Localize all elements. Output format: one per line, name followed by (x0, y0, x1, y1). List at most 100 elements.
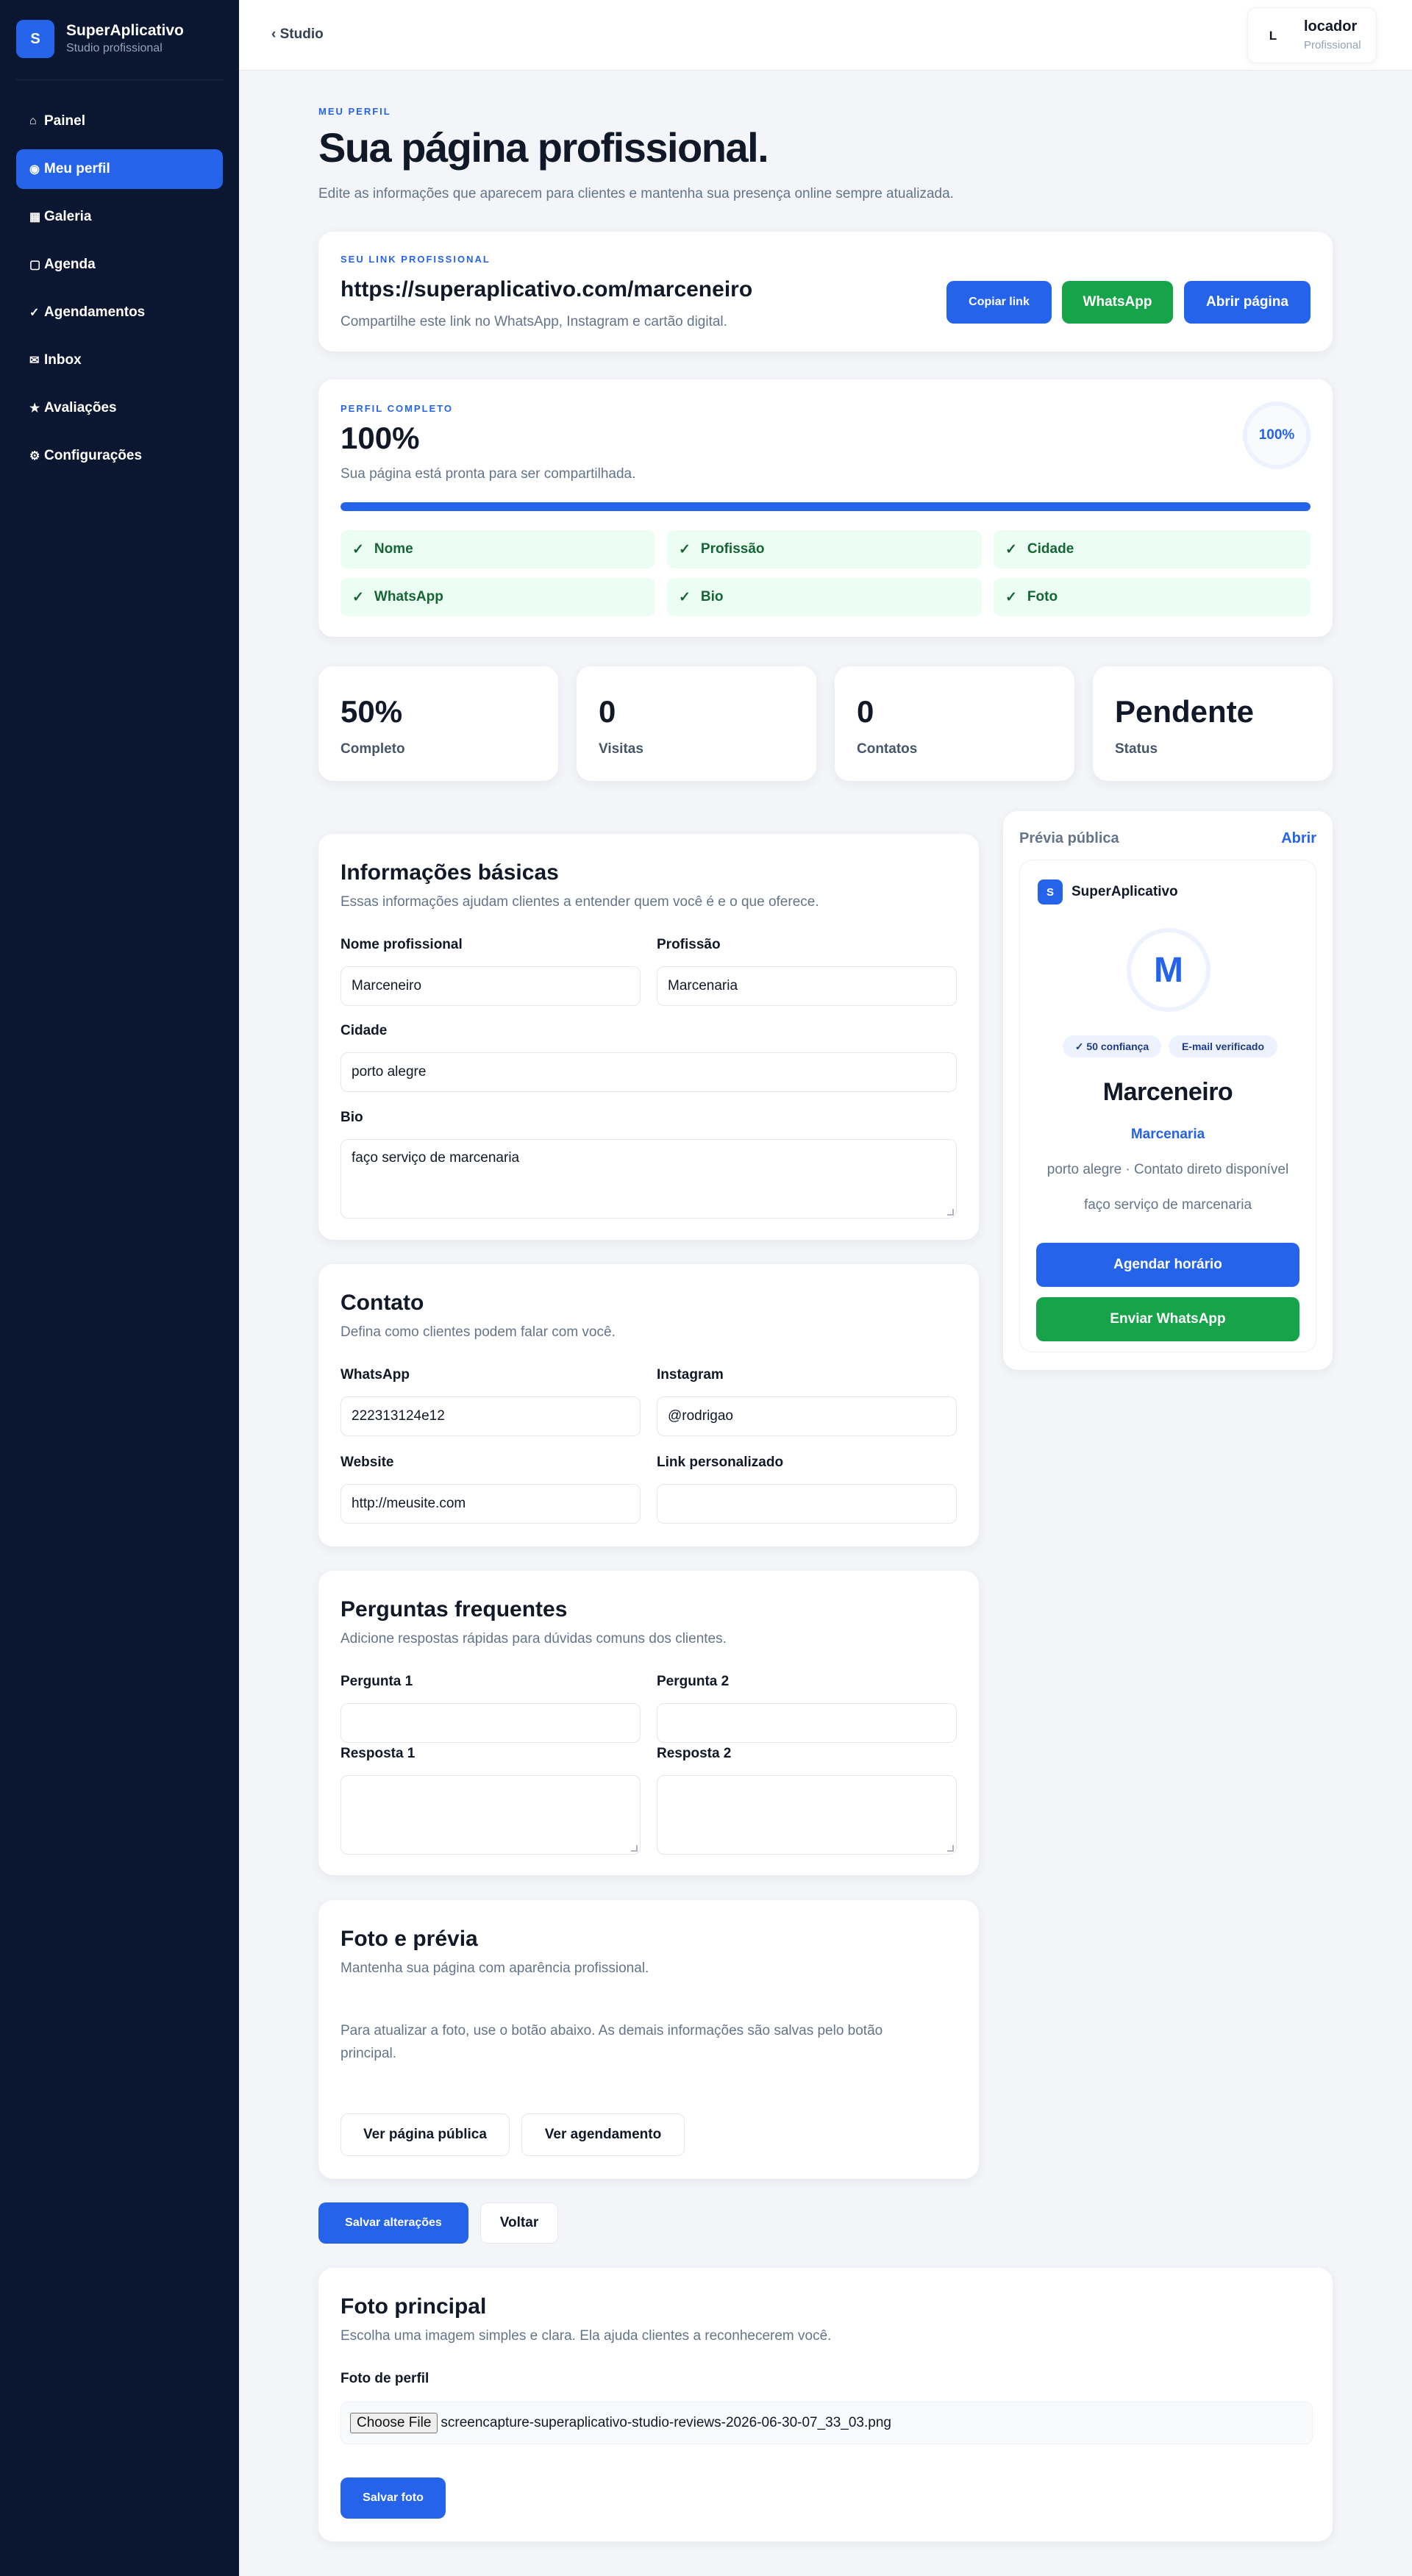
check-icon: ✓ (679, 589, 691, 605)
user-name: locador (1304, 18, 1358, 35)
back-button[interactable]: Voltar (480, 2202, 558, 2244)
check-icon: ✓ (679, 541, 691, 557)
choose-file-button[interactable]: Choose File (350, 2413, 438, 2433)
calendar-icon: ▢ (29, 259, 41, 271)
completeness-ring: 100% (1243, 402, 1311, 469)
send-whatsapp-button[interactable]: Enviar WhatsApp (1036, 1297, 1299, 1341)
view-public-page-button[interactable]: Ver página pública (340, 2113, 510, 2156)
section-subtitle: Escolha uma imagem simples e clara. Ela … (340, 2328, 832, 2344)
whatsapp-label: WhatsApp (340, 1367, 410, 1382)
section-title: Foto principal (340, 2294, 487, 2319)
section-subtitle: Defina como clientes podem falar com voc… (340, 1324, 616, 1340)
name-label: Nome profissional (340, 937, 463, 952)
photo-preview-card: Foto e prévia Mantenha sua página com ap… (318, 1900, 979, 2179)
page-subtitle: Edite as informações que aparecem para c… (318, 186, 954, 201)
main-photo-card: Foto principal Escolha uma imagem simple… (318, 2268, 1333, 2541)
stat-value: 50% (340, 694, 403, 729)
stat-card-status: Pendente Status (1093, 666, 1333, 781)
sidebar-item-agendamentos[interactable]: ✓ Agendamentos (16, 293, 223, 332)
question-1-label: Pergunta 1 (340, 1674, 413, 1689)
question-1-input[interactable] (340, 1703, 641, 1743)
sidebar-item-painel[interactable]: ⌂ Painel (16, 101, 223, 141)
photo-note: Para atualizar a foto, use o botão abaix… (340, 2023, 883, 2061)
profile-photo-label: Foto de perfil (340, 2371, 429, 2386)
website-label: Website (340, 1455, 394, 1470)
profile-icon: ◉ (29, 163, 40, 176)
profession-input[interactable]: Marcenaria (657, 966, 957, 1006)
save-changes-button[interactable]: Salvar alterações (318, 2202, 468, 2244)
email-verified-badge: E-mail verificado (1169, 1035, 1277, 1057)
name-input[interactable]: Marceneiro (340, 966, 641, 1006)
stat-card-contatos: 0 Contatos (835, 666, 1074, 781)
sidebar-item-label: Meu perfil (44, 161, 110, 176)
whatsapp-input[interactable]: 222313124e12 (340, 1396, 641, 1436)
stat-card-completo: 50% Completo (318, 666, 558, 781)
open-page-button[interactable]: Abrir página (1184, 281, 1311, 324)
copy-link-button[interactable]: Copiar link (946, 281, 1052, 324)
preview-open-link[interactable]: Abrir (1281, 830, 1316, 847)
sidebar: S SuperAplicativo Studio profissional ⌂ P… (0, 0, 239, 2576)
section-subtitle: Adicione respostas rápidas para dúvidas … (340, 1631, 727, 1646)
sidebar-item-label: Avaliações (44, 400, 117, 415)
sidebar-item-label: Painel (44, 113, 85, 129)
brand-name: SuperAplicativo (66, 22, 184, 39)
completeness-subtitle: Sua página está pronta para ser comparti… (340, 466, 636, 482)
selected-file-name: screencapture-superaplicativo-studio-rev… (441, 2415, 891, 2430)
answer-1-textarea[interactable] (340, 1775, 641, 1855)
faq-card: Perguntas frequentes Adicione respostas … (318, 1571, 979, 1875)
user-role: Profissional (1304, 39, 1361, 51)
stat-value: 0 (599, 694, 616, 729)
save-photo-button[interactable]: Salvar foto (340, 2477, 446, 2519)
city-input[interactable]: porto alegre (340, 1052, 957, 1092)
sidebar-item-galeria[interactable]: ▦ Galeria (16, 197, 223, 237)
sidebar-item-label: Agenda (44, 257, 96, 272)
preview-bio: faço serviço de marcenaria (1083, 1197, 1252, 1213)
preview-brand: S SuperAplicativo (1038, 880, 1178, 905)
basic-info-card: Informações básicas Essas informações aj… (318, 834, 979, 1240)
completeness-progress-fill (340, 502, 1311, 511)
section-title: Foto e prévia (340, 1927, 478, 1951)
preview-profession: Marcenaria (1130, 1127, 1205, 1142)
check-label: WhatsApp (374, 589, 443, 604)
resize-handle[interactable] (947, 1209, 954, 1216)
sidebar-item-agenda[interactable]: ▢ Agenda (16, 245, 223, 285)
profile-photo-file-input[interactable]: Choose File screencapture-superaplicativ… (340, 2402, 1313, 2444)
section-subtitle: Essas informações ajudam clientes a ente… (340, 894, 819, 910)
check-label: Bio (700, 589, 724, 604)
user-menu[interactable]: L locador Profissional (1247, 7, 1377, 63)
view-booking-button[interactable]: Ver agendamento (521, 2113, 685, 2156)
stat-value: Pendente (1115, 694, 1255, 729)
sidebar-item-configuracoes[interactable]: ⚙ Configurações (16, 436, 223, 476)
preview-location: porto alegre · Contato direto disponível (1046, 1162, 1289, 1177)
sidebar-item-avaliacoes[interactable]: ★ Avaliações (16, 388, 223, 428)
preview-brand-name: SuperAplicativo (1072, 884, 1178, 899)
topbar: ‹ Studio L locador Profissional (239, 0, 1412, 71)
question-2-input[interactable] (657, 1703, 957, 1743)
custom-link-input[interactable] (657, 1484, 957, 1524)
resize-handle[interactable] (631, 1845, 638, 1852)
stat-label: Visitas (599, 741, 643, 757)
answer-2-textarea[interactable] (657, 1775, 957, 1855)
professional-link-url: https://superaplicativo.com/marceneiro (340, 277, 753, 302)
inbox-icon: ✉ (29, 354, 40, 367)
website-input[interactable]: http://meusite.com (340, 1484, 641, 1524)
book-appointment-button[interactable]: Agendar horário (1036, 1243, 1299, 1287)
instagram-input[interactable]: @rodrigao (657, 1396, 957, 1436)
resize-handle[interactable] (947, 1845, 954, 1852)
whatsapp-share-button[interactable]: WhatsApp (1062, 281, 1173, 324)
page-title: Sua página profissional. (318, 124, 769, 171)
back-to-studio-link[interactable]: ‹ Studio (271, 26, 324, 43)
sidebar-item-meu-perfil[interactable]: ◉ Meu perfil (16, 149, 223, 189)
stat-value: 0 (857, 694, 874, 729)
check-icon: ✓ (1005, 589, 1017, 605)
page-eyebrow: MEU PERFIL (318, 106, 391, 117)
bio-textarea[interactable]: faço serviço de marcenaria (340, 1139, 957, 1219)
check-label: Foto (1027, 589, 1058, 604)
check-item-nome: ✓ Nome (340, 530, 655, 568)
stat-card-visitas: 0 Visitas (577, 666, 816, 781)
public-preview-card: Prévia pública Abrir S SuperAplicativo M… (1003, 811, 1333, 1370)
contact-card: Contato Defina como clientes podem falar… (318, 1264, 979, 1546)
sidebar-item-inbox[interactable]: ✉ Inbox (16, 340, 223, 380)
check-icon: ✓ (352, 541, 364, 557)
star-icon: ★ (29, 402, 40, 415)
